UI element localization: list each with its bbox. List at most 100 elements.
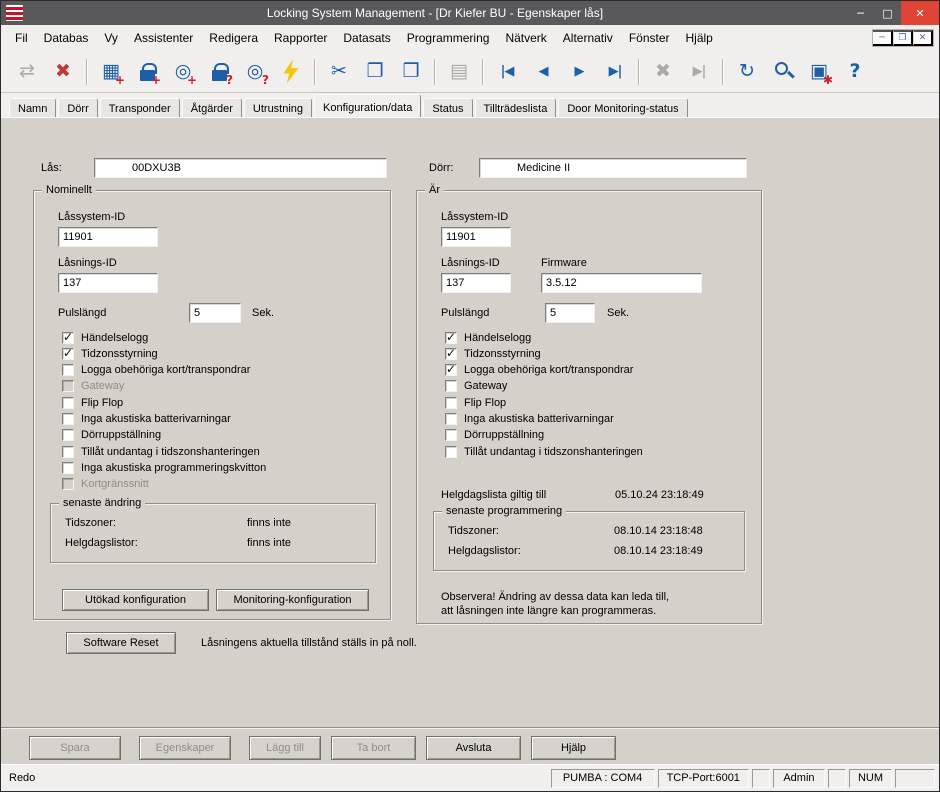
first-record-button[interactable]: |◀ xyxy=(489,55,525,89)
nominal-checkbox-gateway[interactable]: Gateway xyxy=(62,380,266,393)
skip-record-button[interactable]: ▶| xyxy=(681,55,717,89)
copy-button[interactable]: ❐ xyxy=(357,55,393,89)
menu-datasats[interactable]: Datasats xyxy=(335,27,398,49)
checkbox-icon xyxy=(62,397,74,409)
minimize-button[interactable]: ─ xyxy=(847,1,874,25)
menu-programmering[interactable]: Programmering xyxy=(399,27,498,49)
actual-checkbox-inga-batterivarningar[interactable]: Inga akustiska batterivarningar xyxy=(445,412,643,425)
lock-value-field[interactable] xyxy=(94,158,387,178)
last-record-button[interactable]: ▶| xyxy=(597,55,633,89)
actual-checkbox-tillat-undantag[interactable]: Tillåt undantag i tidszonshanteringen xyxy=(445,445,643,458)
checkbox-icon xyxy=(62,462,74,474)
nominal-checkbox-handelselogg[interactable]: Händelselogg xyxy=(62,331,266,344)
actual-lock-system-id-input[interactable] xyxy=(441,227,511,247)
exit-button[interactable]: Avsluta xyxy=(426,736,521,760)
menu-hjalp[interactable]: Hjälp xyxy=(678,27,721,49)
print-button[interactable]: ▤ xyxy=(441,55,477,89)
lock-system-id-label: Låssystem-ID xyxy=(58,211,125,223)
tab-utrustning[interactable]: Utrustning xyxy=(244,98,312,117)
tab-dorr[interactable]: Dörr xyxy=(58,98,97,117)
menu-natverk[interactable]: Nätverk xyxy=(497,27,554,49)
new-locking-system-button[interactable]: ▦+ xyxy=(93,55,129,89)
checkbox-label: Tidzonsstyrning xyxy=(464,348,541,360)
new-transponder-button[interactable]: ◎+ xyxy=(165,55,201,89)
door-value-field[interactable] xyxy=(479,158,747,178)
menu-databas[interactable]: Databas xyxy=(36,27,97,49)
menu-vy[interactable]: Vy xyxy=(96,27,126,49)
add-button[interactable]: Lägg till xyxy=(249,736,321,760)
nominal-checkbox-tillat-undantag[interactable]: Tillåt undantag i tidszonshanteringen xyxy=(62,445,266,458)
help-bottom-button[interactable]: Hjälp xyxy=(531,736,616,760)
seconds-unit-label: Sek. xyxy=(607,307,629,319)
remove-button[interactable]: Ta bort xyxy=(331,736,416,760)
read-transponder-button[interactable]: ◎? xyxy=(237,55,273,89)
checkbox-label: Gateway xyxy=(81,380,124,392)
maximize-button[interactable]: □ xyxy=(874,1,901,25)
checkbox-icon xyxy=(445,429,457,441)
new-lock-button[interactable]: + xyxy=(129,55,165,89)
filter-settings-button[interactable]: ▣✱ xyxy=(801,55,837,89)
tab-transponder[interactable]: Transponder xyxy=(100,98,180,117)
nominal-pulse-length-input[interactable] xyxy=(189,303,241,323)
extended-config-button[interactable]: Utökad konfiguration xyxy=(62,589,209,611)
mdi-restore-button[interactable]: ❐ xyxy=(893,30,913,46)
spacer-cell xyxy=(828,769,846,788)
save-button[interactable]: Spara xyxy=(29,736,121,760)
holiday-lists-label: Helgdagslistor: xyxy=(65,537,138,549)
nominal-checkbox-tidzonsstyrning[interactable]: Tidzonsstyrning xyxy=(62,347,266,360)
cut-button[interactable]: ✂ xyxy=(321,55,357,89)
tab-tilltradeslista[interactable]: Tillträdeslista xyxy=(475,98,557,117)
nominal-checkbox-flip-flop[interactable]: Flip Flop xyxy=(62,396,266,409)
actual-checkbox-dorruppstallning[interactable]: Dörruppställning xyxy=(445,429,643,442)
mdi-minimize-button[interactable]: ─ xyxy=(873,30,893,46)
menu-rapporter[interactable]: Rapporter xyxy=(266,27,335,49)
properties-button[interactable]: Egenskaper xyxy=(139,736,231,760)
disconnect-button[interactable]: ✖ xyxy=(45,55,81,89)
next-record-button[interactable]: ▶ xyxy=(561,55,597,89)
menu-alternativ[interactable]: Alternativ xyxy=(555,27,621,49)
close-button[interactable]: ✕ xyxy=(901,1,939,25)
actual-lock-id-input[interactable] xyxy=(441,273,511,293)
program-button[interactable] xyxy=(273,55,309,89)
delete-record-button[interactable]: ✖ xyxy=(645,55,681,89)
nominal-checkbox-inga-batterivarningar[interactable]: Inga akustiska batterivarningar xyxy=(62,412,266,425)
tab-status[interactable]: Status xyxy=(423,98,472,117)
paste-button[interactable]: ❒ xyxy=(393,55,429,89)
previous-record-button[interactable]: ◀ xyxy=(525,55,561,89)
nominal-lock-id-input[interactable] xyxy=(58,273,158,293)
checkbox-label: Händelselogg xyxy=(464,332,531,344)
software-reset-button[interactable]: Software Reset xyxy=(66,632,176,654)
actual-checkbox-flip-flop[interactable]: Flip Flop xyxy=(445,396,643,409)
actual-checkbox-logga-obehoriga[interactable]: Logga obehöriga kort/transpondrar xyxy=(445,364,643,377)
menu-fil[interactable]: Fil xyxy=(7,27,36,49)
actual-pulse-length-input[interactable] xyxy=(545,303,595,323)
read-lock-button[interactable]: ? xyxy=(201,55,237,89)
monitoring-config-button[interactable]: Monitoring-konfiguration xyxy=(216,589,369,611)
checkbox-label: Dörruppställning xyxy=(81,429,161,441)
firmware-input[interactable] xyxy=(541,273,702,293)
search-button[interactable] xyxy=(765,55,801,89)
sync-button[interactable]: ⇄ xyxy=(9,55,45,89)
tab-atgarder[interactable]: Åtgärder xyxy=(182,98,242,117)
nominal-checkbox-dorruppstallning[interactable]: Dörruppställning xyxy=(62,429,266,442)
checkbox-icon xyxy=(62,348,74,360)
menu-fonster[interactable]: Fönster xyxy=(621,27,678,49)
refresh-button[interactable]: ↻ xyxy=(729,55,765,89)
actual-checkbox-gateway[interactable]: Gateway xyxy=(445,380,643,393)
nominal-lock-system-id-input[interactable] xyxy=(58,227,158,247)
menu-assistenter[interactable]: Assistenter xyxy=(126,27,201,49)
actual-checkbox-handelselogg[interactable]: Händelselogg xyxy=(445,331,643,344)
nominal-checkbox-kortgranssnitt[interactable]: Kortgränssnitt xyxy=(62,478,266,491)
nominal-checkbox-inga-programmeringskvitton[interactable]: Inga akustiska programmeringskvitton xyxy=(62,461,266,474)
tab-namn[interactable]: Namn xyxy=(9,98,56,117)
help-button[interactable]: ? xyxy=(837,55,873,89)
mdi-close-button[interactable]: ✕ xyxy=(913,30,933,46)
nominal-checkbox-logga-obehoriga[interactable]: Logga obehöriga kort/transpondrar xyxy=(62,364,266,377)
holiday-lists-value: 08.10.14 23:18:49 xyxy=(614,545,703,557)
checkbox-icon xyxy=(62,478,74,490)
tab-konfiguration-data[interactable]: Konfiguration/data xyxy=(314,94,421,117)
previous-record-icon: ◀ xyxy=(539,65,548,78)
actual-checkbox-tidzonsstyrning[interactable]: Tidzonsstyrning xyxy=(445,347,643,360)
menu-redigera[interactable]: Redigera xyxy=(201,27,266,49)
tab-door-monitoring-status[interactable]: Door Monitoring-status xyxy=(558,98,687,117)
